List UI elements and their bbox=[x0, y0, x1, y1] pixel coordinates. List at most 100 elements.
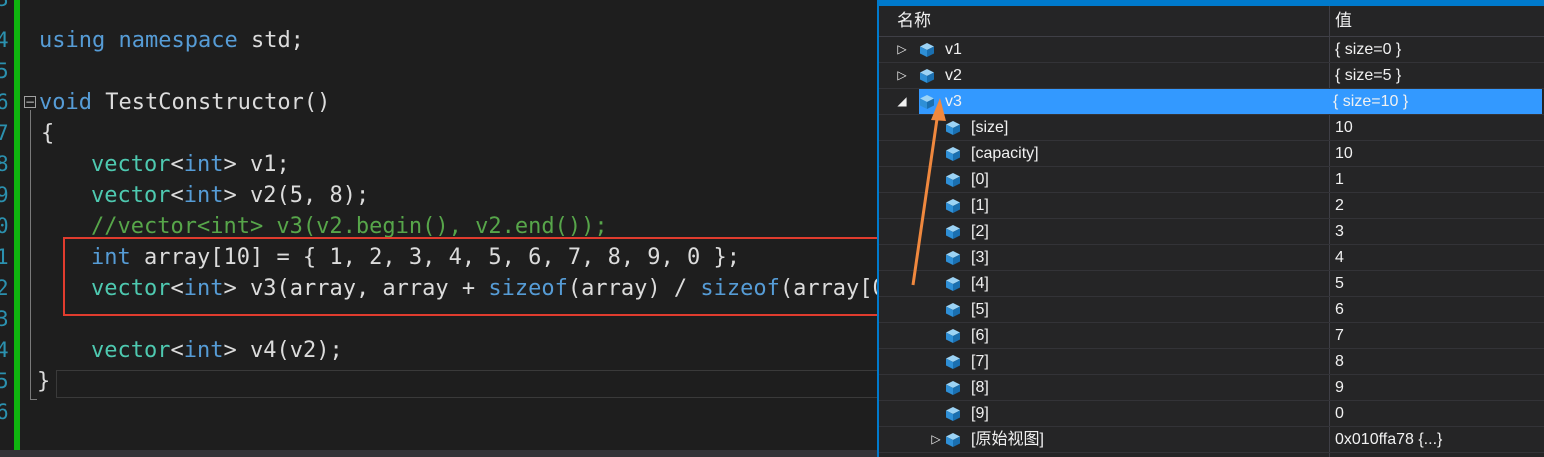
expand-arrow-icon[interactable]: ▷ bbox=[895, 63, 909, 88]
line-number: 5 bbox=[0, 59, 9, 83]
line-number: 8 bbox=[0, 152, 9, 176]
line-number: 6 bbox=[0, 90, 9, 114]
watch-item-value[interactable]: 8 bbox=[1335, 349, 1344, 374]
code-area[interactable]: − using namespace std; void TestConstruc… bbox=[22, 0, 877, 450]
object-icon bbox=[945, 172, 961, 188]
horizontal-scrollbar[interactable] bbox=[0, 450, 877, 457]
watch-item-name: [8] bbox=[971, 379, 989, 396]
watch-row[interactable]: [4] 5 bbox=[879, 271, 1544, 297]
line-number: 3 bbox=[0, 0, 10, 15]
current-line-indicator bbox=[56, 370, 877, 398]
watch-row[interactable]: [2] 3 bbox=[879, 219, 1544, 245]
object-icon bbox=[945, 146, 961, 162]
line-number: 4 bbox=[0, 338, 9, 362]
watch-item-name: [3] bbox=[971, 249, 989, 266]
fold-guide bbox=[30, 110, 31, 400]
watch-item-name: v1 bbox=[945, 41, 962, 58]
expand-arrow-icon[interactable]: ▷ bbox=[895, 37, 909, 62]
watch-row[interactable]: ▷ v2 { size=5 } bbox=[879, 63, 1544, 89]
watch-item-value[interactable]: { size=10 } bbox=[1333, 89, 1408, 114]
line-number: 6 bbox=[0, 400, 9, 424]
object-icon bbox=[919, 68, 935, 84]
watch-row[interactable]: ◢ v3 { size=10 } bbox=[879, 89, 1544, 115]
code-editor[interactable]: 3 4 5 6 7 8 9 0 1 2 3 4 5 6 − using name… bbox=[0, 0, 877, 457]
keyword: using bbox=[39, 28, 106, 53]
value-column-header[interactable]: 值 bbox=[1335, 6, 1352, 36]
keyword: void bbox=[39, 90, 92, 115]
annotation-highlight-box bbox=[63, 237, 877, 316]
watch-row[interactable]: ▷ v1 { size=0 } bbox=[879, 37, 1544, 63]
code-text: > bbox=[223, 183, 237, 208]
watch-row[interactable]: [1] 2 bbox=[879, 193, 1544, 219]
watch-window[interactable]: 名称 值 ▷ v1 { size=0 } ▷ v2 { size=5 } ◢ v3 { size… bbox=[877, 0, 1544, 457]
watch-item-value[interactable]: { size=0 } bbox=[1335, 37, 1401, 62]
watch-row[interactable]: [9] 0 bbox=[879, 401, 1544, 427]
line-number: 9 bbox=[0, 183, 9, 207]
watch-item-value[interactable]: 4 bbox=[1335, 245, 1344, 270]
code-line[interactable]: { bbox=[41, 118, 54, 149]
watch-row[interactable]: [capacity] 10 bbox=[879, 141, 1544, 167]
watch-item-value[interactable]: 10 bbox=[1335, 141, 1353, 166]
keyword: namespace bbox=[118, 28, 238, 53]
code-line[interactable]: void TestConstructor() bbox=[39, 87, 330, 118]
watch-row[interactable]: [7] 8 bbox=[879, 349, 1544, 375]
watch-row[interactable]: [5] 6 bbox=[879, 297, 1544, 323]
watch-item-value[interactable]: 3 bbox=[1335, 219, 1344, 244]
code-line[interactable]: using namespace std; bbox=[39, 25, 304, 56]
object-icon bbox=[945, 224, 961, 240]
object-icon bbox=[919, 42, 935, 58]
watch-row[interactable]: [0] 1 bbox=[879, 167, 1544, 193]
selection-highlight bbox=[919, 89, 1542, 114]
watch-item-value[interactable]: 7 bbox=[1335, 323, 1344, 348]
watch-item-value[interactable]: 0 bbox=[1335, 401, 1344, 426]
watch-item-name: [1] bbox=[971, 197, 989, 214]
code-text: v1; bbox=[236, 152, 290, 177]
code-line[interactable]: } bbox=[37, 366, 50, 397]
name-column-header[interactable]: 名称 bbox=[897, 6, 931, 36]
code-text: TestConstructor() bbox=[91, 90, 331, 115]
watch-item-value[interactable]: 6 bbox=[1335, 297, 1344, 322]
watch-row[interactable]: ▷ [原始视图] 0x010ffa78 {...} bbox=[879, 427, 1544, 453]
type-name: vector bbox=[91, 338, 171, 363]
object-icon bbox=[919, 94, 935, 110]
watch-item-value[interactable]: 9 bbox=[1335, 375, 1344, 400]
collapse-icon[interactable]: − bbox=[24, 96, 36, 108]
watch-header: 名称 值 bbox=[879, 6, 1544, 37]
watch-row[interactable]: [3] 4 bbox=[879, 245, 1544, 271]
watch-item-name: [7] bbox=[971, 353, 989, 370]
object-icon bbox=[945, 302, 961, 318]
watch-row[interactable]: [6] 7 bbox=[879, 323, 1544, 349]
watch-row[interactable]: [8] 9 bbox=[879, 375, 1544, 401]
object-icon bbox=[945, 276, 961, 292]
watch-item-value[interactable]: 5 bbox=[1335, 271, 1344, 296]
code-text: { bbox=[41, 121, 55, 146]
watch-item-value[interactable]: 1 bbox=[1335, 167, 1344, 192]
line-number: 4 bbox=[0, 28, 9, 52]
collapse-arrow-icon[interactable]: ◢ bbox=[895, 89, 909, 114]
watch-item-value[interactable]: { size=5 } bbox=[1335, 63, 1401, 88]
watch-item-name: [4] bbox=[971, 275, 989, 292]
code-line[interactable]: vector<int> v2(5, 8); bbox=[91, 180, 369, 211]
watch-item-name: [0] bbox=[971, 171, 989, 188]
expand-arrow-icon[interactable]: ▷ bbox=[929, 427, 943, 452]
fold-guide-end bbox=[30, 399, 37, 400]
code-line[interactable]: vector<int> v1; bbox=[91, 149, 290, 180]
type-name: vector bbox=[91, 152, 171, 177]
watch-item-name: [5] bbox=[971, 301, 989, 318]
watch-item-value[interactable]: 10 bbox=[1335, 115, 1353, 140]
code-text: < bbox=[170, 338, 184, 363]
watch-item-name: [2] bbox=[971, 223, 989, 240]
code-text: v2(5, 8); bbox=[236, 183, 370, 208]
line-number: 2 bbox=[0, 276, 9, 300]
change-tracking-bar bbox=[14, 0, 20, 450]
object-icon bbox=[945, 328, 961, 344]
line-number: 7 bbox=[0, 121, 9, 145]
object-icon bbox=[945, 120, 961, 136]
code-line[interactable]: vector<int> v4(v2); bbox=[91, 335, 343, 366]
watch-item-value[interactable]: 0x010ffa78 {...} bbox=[1335, 427, 1442, 452]
watch-item-value[interactable]: 2 bbox=[1335, 193, 1344, 218]
code-text: < bbox=[170, 183, 184, 208]
watch-row[interactable]: [size] 10 bbox=[879, 115, 1544, 141]
watch-item-name: [9] bbox=[971, 405, 989, 422]
panel-border bbox=[877, 0, 879, 457]
